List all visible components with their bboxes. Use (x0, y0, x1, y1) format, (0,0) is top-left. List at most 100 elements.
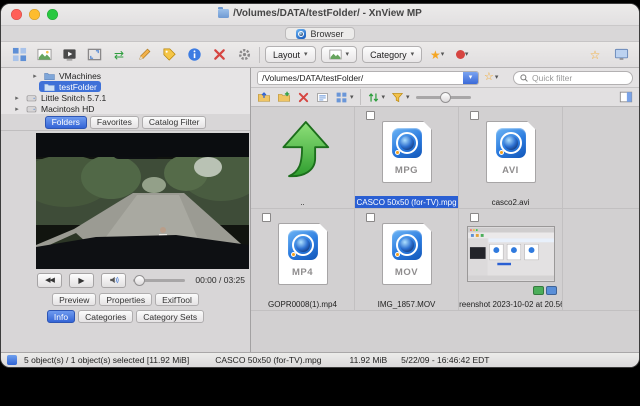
filter-dropdown[interactable]: ▾ (391, 91, 410, 104)
file-icon: MP4 (278, 223, 328, 285)
tree-item-testfolder[interactable]: testFolder (1, 81, 250, 92)
grid-item-avi[interactable]: AVI casco2.avi (459, 107, 563, 209)
chevron-down-icon: ▾ (304, 51, 308, 58)
parent-folder-button[interactable] (257, 90, 271, 104)
window-title-area: /Volumes/DATA/testFolder/ - XnView MP (1, 8, 639, 19)
item-checkbox[interactable] (262, 213, 271, 222)
layout-dropdown[interactable]: Layout ▾ (265, 46, 316, 63)
layout-label: Layout (273, 50, 300, 60)
quick-filter-input[interactable] (532, 73, 627, 83)
play-button[interactable]: ▶ (69, 273, 94, 288)
tree-item-macintosh-hd[interactable]: ▸ Macintosh HD (1, 103, 250, 114)
sidebar-tabs: Folders Favorites Catalog Filter (1, 114, 250, 131)
quick-filter-field[interactable] (513, 71, 633, 85)
delete-file-button[interactable] (297, 91, 310, 104)
file-name: .. (251, 196, 354, 208)
file-name: casco2.avi (459, 196, 562, 208)
logo-dot (395, 150, 400, 155)
proxy-folder-icon (218, 9, 229, 18)
window-title: /Volumes/DATA/testFolder/ - XnView MP (233, 8, 422, 19)
item-checkbox[interactable] (470, 111, 479, 120)
swap-arrows-icon: ⇄ (114, 49, 124, 61)
slideshow-icon[interactable] (59, 46, 79, 64)
tree-item-vmachines[interactable]: ▸ VMachines (1, 70, 250, 81)
path-dropdown-button[interactable]: ▾ (463, 72, 478, 84)
logo-dot (395, 252, 400, 257)
fullscreen-icon[interactable] (84, 46, 104, 64)
status-filesize: 11.92 MiB (349, 355, 387, 365)
size-handle[interactable] (440, 92, 451, 103)
funnel-icon (391, 91, 404, 104)
item-checkbox[interactable] (366, 111, 375, 120)
path-field[interactable]: ▾ (257, 71, 479, 85)
xnview-logo-icon (392, 230, 422, 260)
new-folder-button[interactable] (277, 90, 291, 104)
play-icon: ▶ (78, 276, 84, 285)
grid-item-screenshot[interactable]: Screenshot 2023-10-02 at 20.56... (459, 209, 563, 311)
status-filedate: 5/22/09 - 16:46:42 EDT (401, 355, 489, 365)
favorites-star-icon[interactable]: ☆ (585, 46, 605, 64)
preview-pane (1, 131, 250, 269)
thumbnail-size-slider[interactable] (416, 92, 471, 103)
logo-dot (291, 252, 296, 257)
item-checkbox[interactable] (470, 213, 479, 222)
delete-icon[interactable] (209, 46, 229, 64)
grid-item-mp4[interactable]: MP4 GOPR0008(1).mp4 (251, 209, 355, 311)
info-icon[interactable] (184, 46, 204, 64)
favorite-path-button[interactable]: ☆ ▾ (484, 72, 498, 83)
convert-icon[interactable]: ⇄ (109, 46, 129, 64)
chevron-down-icon: ▾ (406, 94, 410, 101)
playback-controls: ◀◀ ▶ 00:00 / 03:25 (1, 269, 250, 291)
toolbar-separator (360, 89, 361, 105)
file-name: GOPR0008(1).mp4 (251, 298, 354, 310)
left-panel-filler (1, 325, 250, 352)
view-size-dropdown[interactable]: ▾ (321, 46, 358, 63)
tab-category-sets[interactable]: Category Sets (136, 310, 204, 323)
status-bar: 5 object(s) / 1 object(s) selected [11.9… (1, 352, 639, 367)
tab-preview[interactable]: Preview (52, 293, 96, 306)
file-icon: MOV (382, 223, 432, 285)
tab-properties[interactable]: Properties (99, 293, 152, 306)
disclosure-icon[interactable]: ▸ (13, 105, 21, 113)
xnview-window: /Volumes/DATA/testFolder/ - XnView MP Br… (1, 4, 639, 367)
seek-handle[interactable] (134, 275, 145, 286)
tab-catalog-filter[interactable]: Catalog Filter (142, 116, 207, 129)
view-mode-dropdown[interactable]: ▾ (335, 91, 354, 104)
tab-favorites[interactable]: Favorites (90, 116, 139, 129)
titlebar: /Volumes/DATA/testFolder/ - XnView MP (1, 4, 639, 25)
disclosure-icon[interactable]: ▸ (31, 72, 39, 80)
tab-browser[interactable]: Browser (285, 27, 354, 40)
seek-slider[interactable] (133, 275, 185, 286)
sort-dropdown[interactable]: ▾ (367, 91, 386, 104)
tag-icon[interactable] (159, 46, 179, 64)
thumbnail-view-icon (329, 48, 342, 61)
category-dropdown[interactable]: Category ▾ (362, 46, 422, 63)
item-checkbox[interactable] (366, 213, 375, 222)
status-summary: 5 object(s) / 1 object(s) selected [11.9… (24, 355, 189, 365)
rewind-button[interactable]: ◀◀ (37, 273, 62, 288)
tab-info[interactable]: Info (47, 310, 75, 323)
grid-item-mov[interactable]: MOV IMG_1857.MOV (355, 209, 459, 311)
volume-button[interactable] (101, 273, 126, 288)
file-grid: .. MPG CASCO 50x50 (for-TV).mpg AVI (251, 107, 639, 352)
tree-item-little-snitch[interactable]: ▸ Little Snitch 5.7.1 (1, 92, 250, 103)
info-panel-toggle[interactable] (619, 90, 633, 104)
monitor-icon[interactable] (611, 46, 631, 64)
tab-folders[interactable]: Folders (45, 116, 87, 129)
viewer-icon[interactable] (34, 46, 54, 64)
browser-toolbar: ▾ ▾ ▾ (251, 88, 639, 107)
disclosure-icon[interactable]: ▸ (13, 94, 21, 102)
speaker-icon (108, 274, 120, 286)
rating-dropdown[interactable]: ★ ▾ (427, 46, 447, 64)
tab-categories[interactable]: Categories (78, 310, 133, 323)
edit-icon[interactable] (134, 46, 154, 64)
grid-item-mpg[interactable]: MPG CASCO 50x50 (for-TV).mpg (355, 107, 459, 209)
view-options-icon[interactable] (316, 91, 329, 104)
color-label-dropdown[interactable]: ▾ (452, 46, 472, 64)
folder-tree: ▸ VMachines testFolder ▸ (1, 68, 250, 114)
tab-exiftool[interactable]: ExifTool (155, 293, 199, 306)
browser-icon[interactable] (9, 46, 29, 64)
grid-item-parent[interactable]: .. (251, 107, 355, 209)
path-input[interactable] (258, 72, 463, 84)
settings-icon[interactable] (234, 46, 254, 64)
